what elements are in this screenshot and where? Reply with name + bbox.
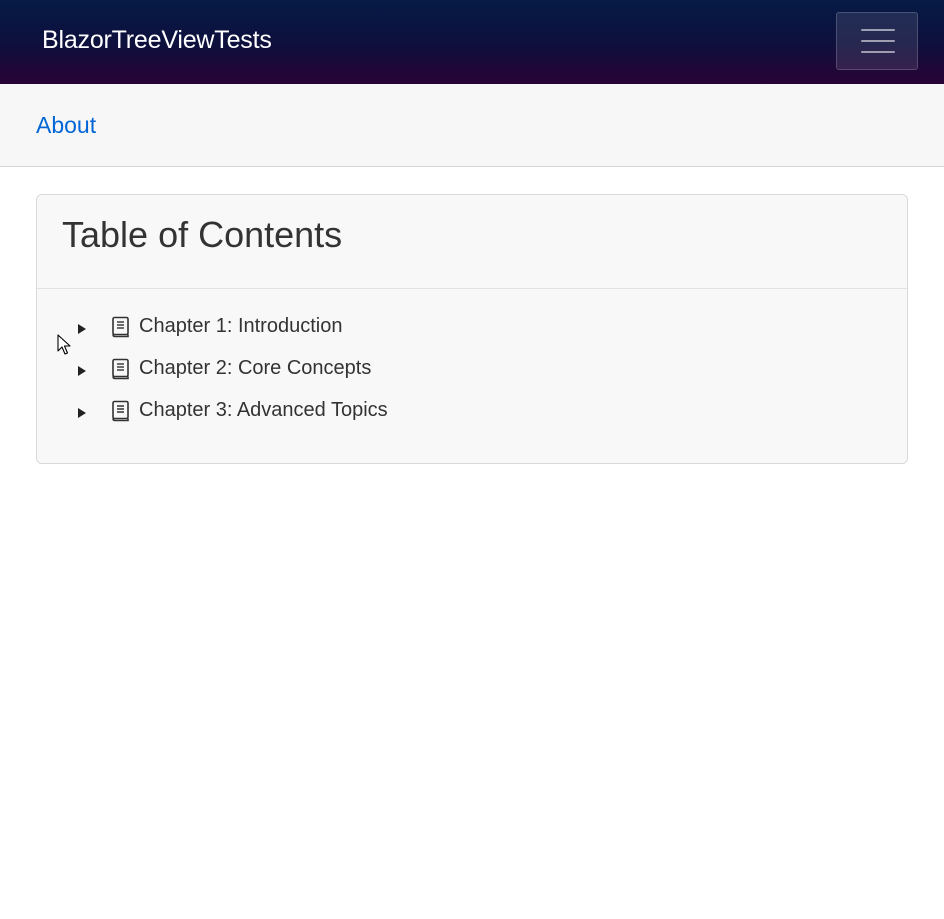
tree-node-label[interactable]: Chapter 1: Introduction (139, 315, 342, 338)
top-navbar: BlazorTreeViewTests (0, 0, 944, 84)
book-icon (112, 400, 129, 422)
tree-node-chapter-1[interactable]: Chapter 1: Introduction (37, 313, 907, 355)
tree-node-chapter-2[interactable]: Chapter 2: Core Concepts (37, 355, 907, 397)
tree-node-label[interactable]: Chapter 3: Advanced Topics (139, 399, 388, 422)
caret-right-icon[interactable] (75, 406, 89, 420)
top-row: About (0, 84, 944, 167)
book-icon (112, 358, 129, 380)
book-icon (112, 316, 129, 338)
tree-node-label[interactable]: Chapter 2: Core Concepts (139, 357, 371, 380)
brand-title[interactable]: BlazorTreeViewTests (42, 26, 272, 55)
navbar-toggler-button[interactable] (836, 12, 918, 70)
caret-right-icon[interactable] (75, 322, 89, 336)
toc-card: Table of Contents Chapter 1: Introductio… (36, 194, 908, 464)
card-title: Table of Contents (62, 214, 343, 255)
caret-right-icon[interactable] (75, 364, 89, 378)
about-link[interactable]: About (36, 112, 96, 139)
tree-node-chapter-3[interactable]: Chapter 3: Advanced Topics (37, 397, 907, 439)
card-header: Table of Contents (37, 195, 907, 289)
